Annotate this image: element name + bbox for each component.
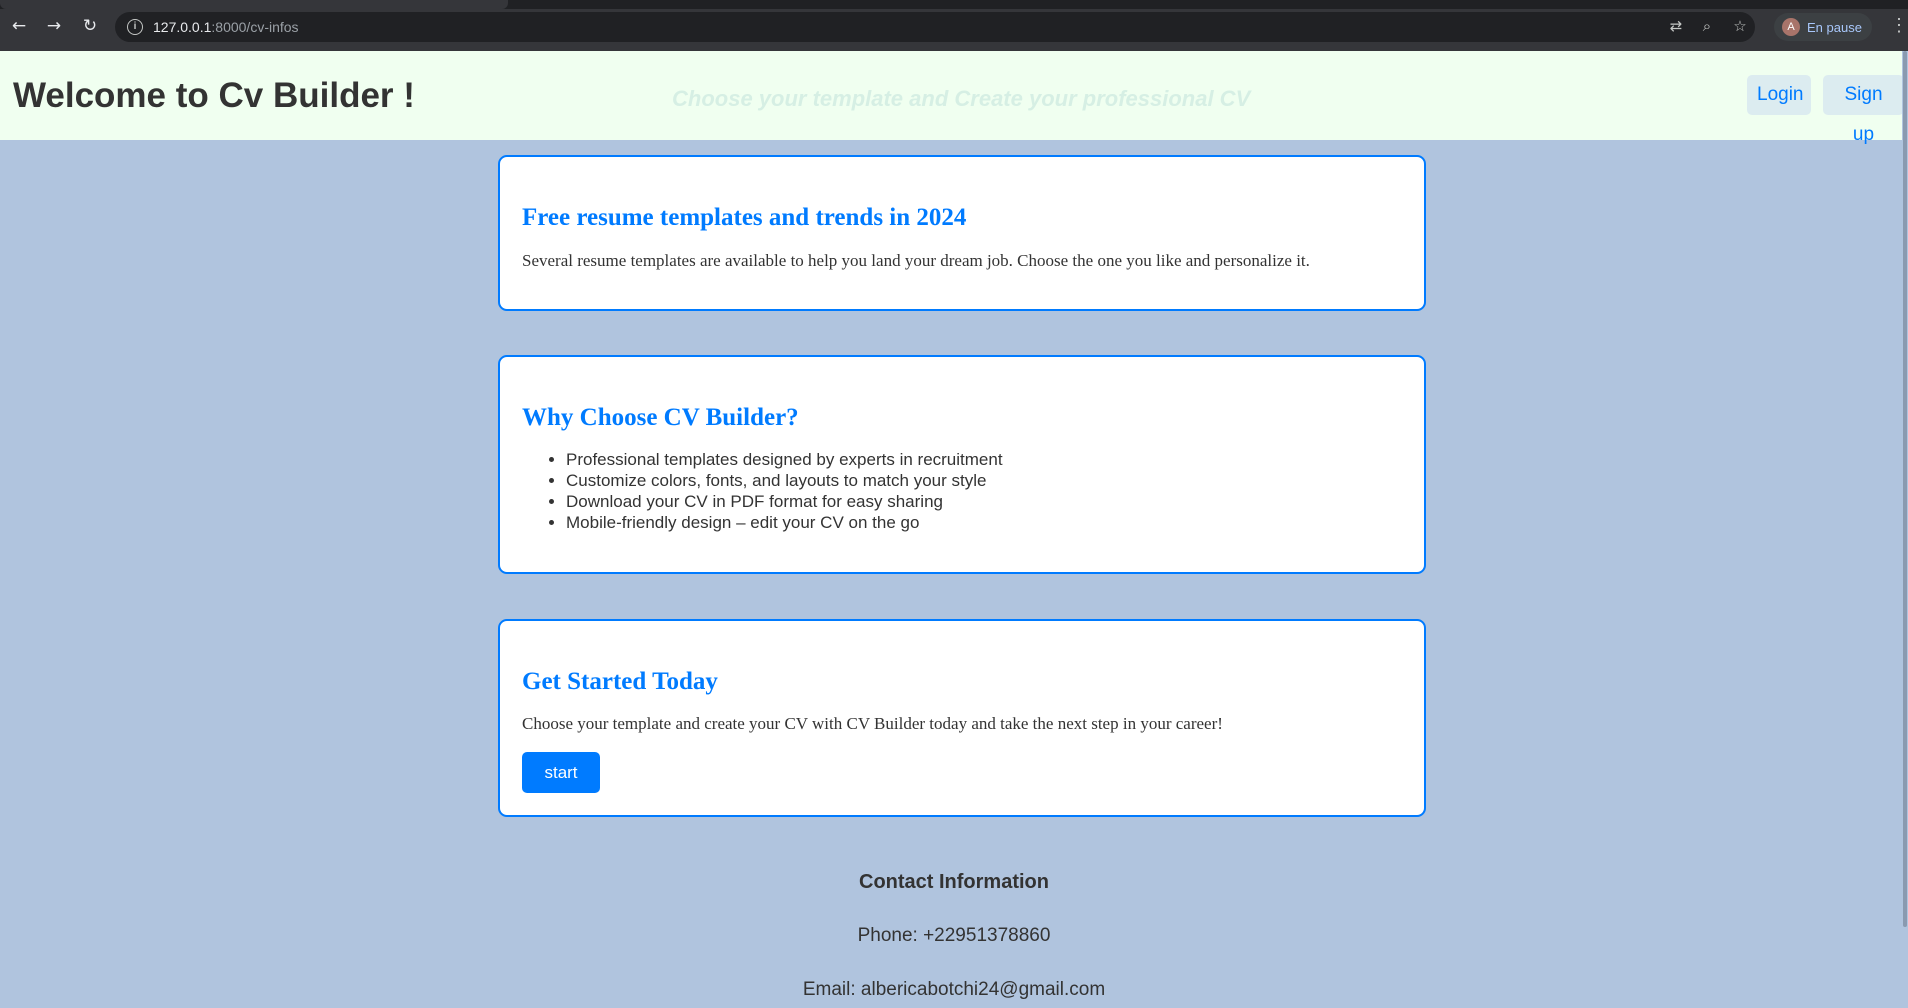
site-header: Welcome to Cv Builder ! Choose your temp…: [0, 51, 1908, 145]
translate-icon[interactable]: ⇄: [1666, 16, 1686, 36]
get-started-text: Choose your template and create your CV …: [522, 714, 1223, 733]
contact-phone: Phone: +22951378860: [857, 925, 1051, 946]
site-info-icon[interactable]: i: [127, 19, 143, 35]
browser-toolbar: ← → ↻ i 127.0.0.1:8000/cv-infos ⇄ ⌕ ☆ A …: [0, 0, 1908, 51]
templates-card-title: Free resume templates and trends in 2024: [522, 204, 967, 231]
reload-icon[interactable]: ↻: [79, 15, 101, 37]
tab-strip: [0, 0, 1908, 9]
login-button[interactable]: Login: [1747, 75, 1811, 115]
why-card-title: Why Choose CV Builder?: [522, 404, 799, 431]
profile-status: En pause: [1807, 20, 1862, 35]
zoom-icon[interactable]: ⌕: [1697, 16, 1717, 36]
url-text[interactable]: 127.0.0.1:8000/cv-infos: [153, 19, 299, 35]
back-icon[interactable]: ←: [8, 15, 30, 37]
page-title: Welcome to Cv Builder !: [13, 76, 415, 115]
browser-tab[interactable]: [0, 0, 508, 9]
profile-avatar: A: [1782, 18, 1800, 36]
get-started-title: Get Started Today: [522, 668, 718, 695]
header-tagline: Choose your template and Create your pro…: [672, 86, 1251, 111]
forward-icon[interactable]: →: [43, 15, 65, 37]
features-list: Professional templates designed by exper…: [566, 449, 1003, 533]
templates-card: Free resume templates and trends in 2024…: [498, 155, 1426, 311]
profile-button[interactable]: A En pause: [1774, 13, 1872, 41]
list-item: Download your CV in PDF format for easy …: [566, 491, 1003, 512]
url-host: 127.0.0.1: [153, 19, 212, 35]
get-started-card: Get Started Today Choose your template a…: [498, 619, 1426, 817]
browser-menu-icon[interactable]: ⋮: [1890, 14, 1908, 36]
start-button[interactable]: start: [522, 752, 600, 793]
list-item: Mobile-friendly design – edit your CV on…: [566, 512, 1003, 533]
scrollbar-thumb[interactable]: [1903, 51, 1907, 927]
address-bar[interactable]: i 127.0.0.1:8000/cv-infos: [115, 12, 1755, 42]
contact-title: Contact Information: [859, 871, 1049, 893]
bookmark-star-icon[interactable]: ☆: [1730, 16, 1750, 36]
why-card: Why Choose CV Builder? Professional temp…: [498, 355, 1426, 574]
list-item: Customize colors, fonts, and layouts to …: [566, 470, 1003, 491]
signup-button[interactable]: Sign up: [1823, 75, 1904, 145]
url-path: :8000/cv-infos: [211, 19, 299, 35]
templates-card-text: Several resume templates are available t…: [522, 251, 1310, 270]
contact-email: Email: albericabotchi24@gmail.com: [802, 979, 1106, 1000]
list-item: Professional templates designed by exper…: [566, 449, 1003, 470]
